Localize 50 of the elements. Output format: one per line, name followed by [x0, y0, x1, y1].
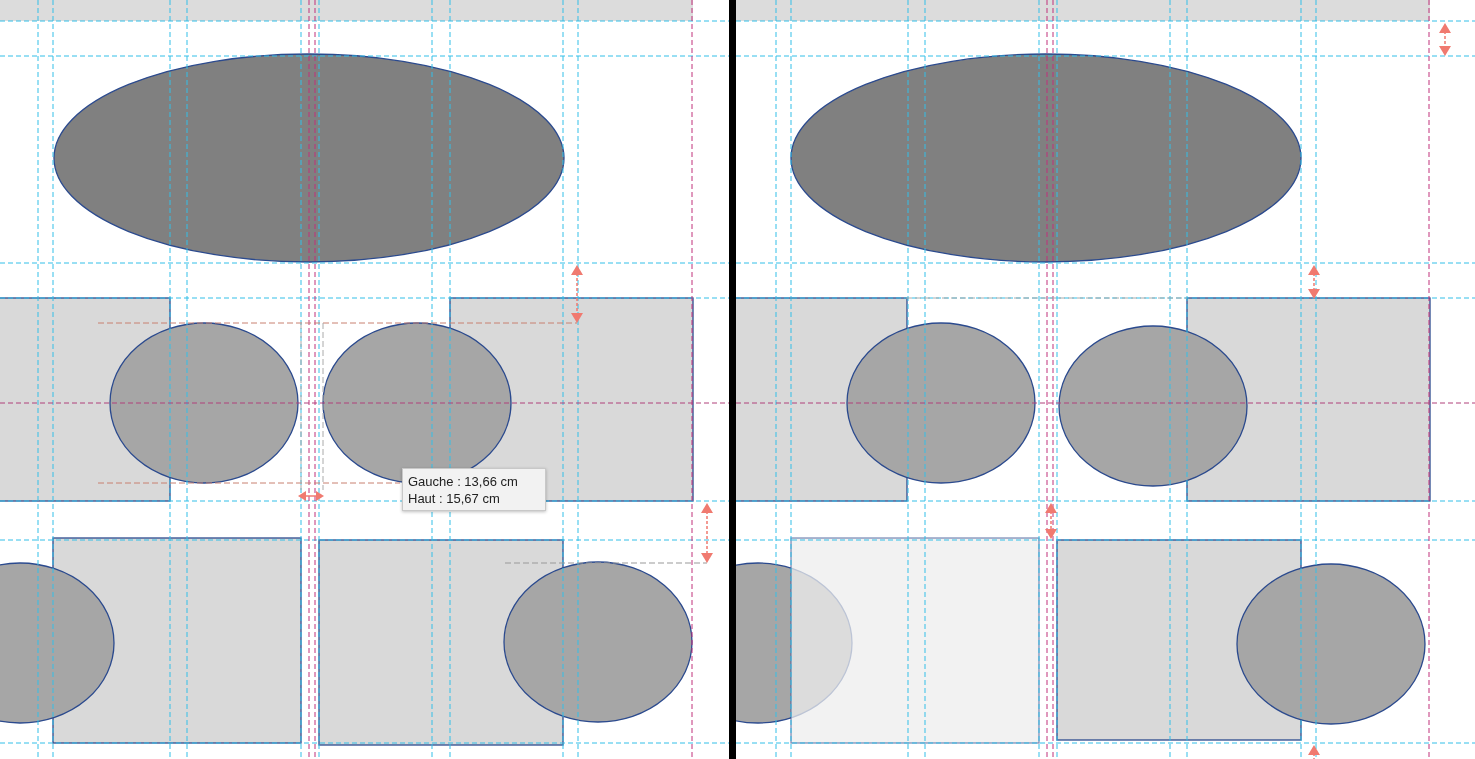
- ellipse-shape[interactable]: [53, 53, 565, 263]
- guide-line[interactable]: [0, 539, 729, 541]
- guide-line[interactable]: [1052, 0, 1054, 759]
- measurement-arrow: [298, 491, 324, 501]
- tooltip-text: Gauche : 13,66 cm: [408, 473, 518, 490]
- ellipse-shape[interactable]: [846, 322, 1036, 484]
- guide-line[interactable]: [300, 0, 302, 759]
- guide-line[interactable]: [907, 0, 909, 759]
- tooltip-text: Haut : 15,67 cm: [408, 490, 500, 507]
- guide-line[interactable]: [1186, 0, 1188, 759]
- guide-line[interactable]: [577, 0, 579, 759]
- guide-line[interactable]: [790, 0, 792, 759]
- guide-line[interactable]: [736, 402, 1475, 404]
- measurement-arrow: [701, 503, 713, 563]
- guide-line[interactable]: [0, 297, 729, 299]
- measurement-arrow: [1308, 265, 1320, 299]
- guide-line[interactable]: [186, 0, 188, 759]
- guide-line[interactable]: [1038, 0, 1040, 759]
- guide-line[interactable]: [736, 297, 1475, 299]
- measurement-arrow: [1308, 745, 1320, 759]
- guide-line[interactable]: [314, 0, 316, 759]
- ellipse-shape[interactable]: [1236, 563, 1426, 725]
- guide-line[interactable]: [691, 0, 693, 759]
- measurement-arrow: [1045, 503, 1057, 539]
- ellipse-shape[interactable]: [503, 561, 693, 723]
- guide-line[interactable]: [1300, 0, 1302, 759]
- guide-line[interactable]: [0, 402, 729, 404]
- guide-line[interactable]: [0, 55, 729, 57]
- guide-line[interactable]: [308, 0, 310, 759]
- guide-line[interactable]: [736, 539, 1475, 541]
- guide-line[interactable]: [0, 742, 729, 744]
- guide-line[interactable]: [736, 500, 1475, 502]
- guide-line[interactable]: [736, 55, 1475, 57]
- measurement-arrow: [571, 265, 583, 323]
- guide-line[interactable]: [52, 0, 54, 759]
- guide-line[interactable]: [1056, 0, 1058, 759]
- guide-line[interactable]: [169, 0, 171, 759]
- ellipse-shape[interactable]: [109, 322, 299, 484]
- guide-line[interactable]: [449, 0, 451, 759]
- measurement-arrow: [1439, 23, 1451, 56]
- guide-line[interactable]: [1169, 0, 1171, 759]
- guide-line[interactable]: [1428, 0, 1430, 759]
- guide-line[interactable]: [318, 0, 320, 759]
- ellipse-shape[interactable]: [1058, 325, 1248, 487]
- ellipse-shape[interactable]: [790, 53, 1302, 263]
- guide-line[interactable]: [1315, 0, 1317, 759]
- guide-line[interactable]: [431, 0, 433, 759]
- guide-line[interactable]: [562, 0, 564, 759]
- guide-line[interactable]: [1046, 0, 1048, 759]
- guide-line[interactable]: [924, 0, 926, 759]
